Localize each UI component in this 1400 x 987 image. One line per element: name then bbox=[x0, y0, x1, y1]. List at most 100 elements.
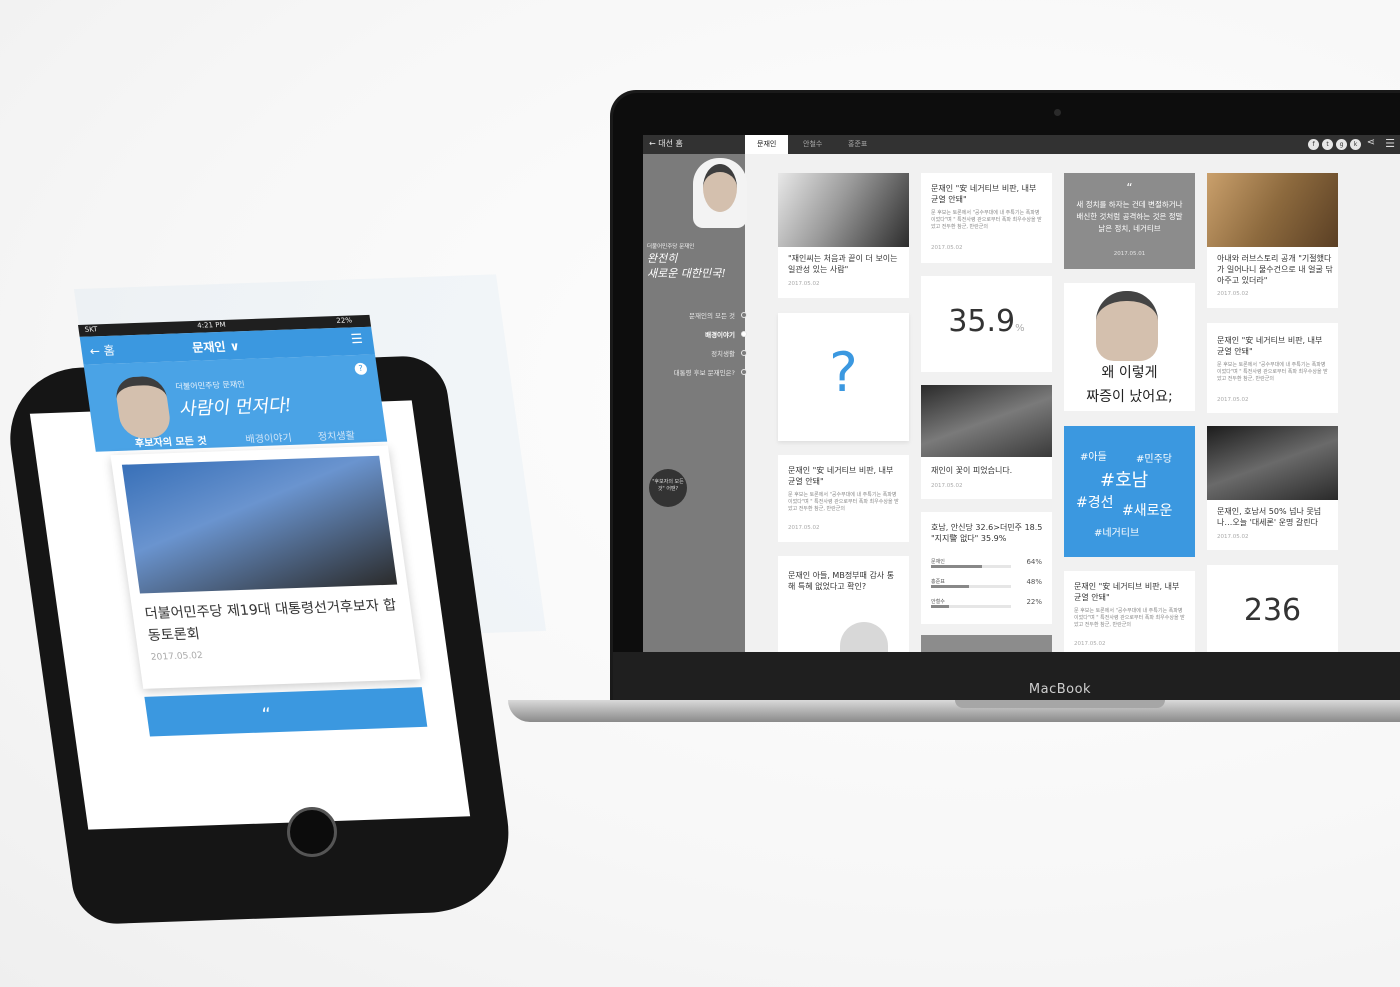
chevron-down-icon: ∨ bbox=[228, 339, 241, 354]
caricature-mini bbox=[840, 622, 888, 652]
laptop-brand: MacBook bbox=[1028, 682, 1092, 697]
tab-ahn[interactable]: 안철수 bbox=[791, 135, 834, 154]
card-photo bbox=[1207, 173, 1338, 247]
card-news-1[interactable]: 문재인 "安 네거티브 비판, 내부 균열 안돼" 문 후보는 토론에서 "공수… bbox=[778, 455, 909, 542]
card-photo bbox=[921, 385, 1052, 457]
sidebar-bubble[interactable]: "후보자의 모든것" 어땐? bbox=[649, 469, 687, 507]
card-quote[interactable]: “ 새 정치를 하자는 건데 변절하거나 배신한 것처럼 공격하는 것은 정말 … bbox=[1064, 173, 1195, 269]
facebook-icon[interactable]: f bbox=[1308, 139, 1319, 150]
card-title: 문재인 "安 네거티브 비판, 내부 균열 안돼" bbox=[1217, 336, 1323, 356]
card-date: 2017.05.02 bbox=[788, 281, 820, 287]
card-title: "재인씨는 처음과 끝이 더 보이는 일관성 있는 사람" bbox=[788, 254, 898, 274]
card-date: 2017.05.02 bbox=[1217, 534, 1249, 540]
card-date: 2017.05.02 bbox=[788, 525, 820, 531]
stat-number: 35.9% bbox=[921, 304, 1052, 339]
poll-label: 안철수 bbox=[931, 599, 945, 605]
poll-row: 홍준표 48% bbox=[931, 578, 1042, 590]
card-title: 재인이 꽃이 피었습니다. bbox=[931, 466, 1013, 475]
hashtag[interactable]: #경선 bbox=[1076, 492, 1114, 512]
hashtag[interactable]: #민주당 bbox=[1136, 450, 1172, 465]
poll-track bbox=[931, 605, 1011, 608]
card-title: 문재인 "安 네거티브 비판, 내부 균열 안돼" bbox=[1074, 582, 1180, 602]
card-body: 문 후보는 토론에서 "공수부대에 내 주특기는 폭파병이었다"며 " 특전사령… bbox=[1217, 362, 1328, 382]
help-icon[interactable]: ? bbox=[353, 362, 368, 376]
share-icon[interactable]: ⋖ bbox=[1367, 137, 1375, 148]
poll-track bbox=[931, 585, 1011, 588]
count-number: 236 bbox=[1243, 593, 1302, 628]
hero-slogan: 사람이 먼저다! bbox=[177, 395, 294, 420]
card-question[interactable]: ? bbox=[778, 313, 909, 441]
carrier: SKT bbox=[84, 325, 99, 334]
menu-icon[interactable]: ☰ bbox=[350, 332, 364, 347]
sidebar-slogan: 완전히 새로운 대한민국! bbox=[647, 251, 739, 281]
tab-politics[interactable]: 정치생활 bbox=[317, 427, 356, 443]
card-poll[interactable]: 호남, 안신당 32.6>더민주 18.5 "지지警 없다" 35.9% 문재인… bbox=[921, 512, 1052, 624]
poll-bar bbox=[931, 565, 983, 568]
card-news-2[interactable]: 문재인 "安 네거티브 비판, 내부 균열 안돼" 문 후보는 토론에서 "공수… bbox=[921, 173, 1052, 263]
poll-bar bbox=[931, 585, 970, 588]
back-home-link[interactable]: ← 대선 홈 bbox=[649, 138, 683, 149]
poll-row: 문재인 64% bbox=[931, 558, 1042, 570]
hashtag[interactable]: #새로운 bbox=[1122, 500, 1172, 520]
card-body: 문 후보는 토론에서 "공수부대에 내 주특기는 폭파병이었다"며 " 특전사령… bbox=[1074, 608, 1185, 628]
card-flower[interactable]: 재인이 꽃이 피었습니다. 2017.05.02 bbox=[921, 385, 1052, 499]
tab-all[interactable]: 후보자의 모든 것 bbox=[134, 432, 207, 449]
googleplus-icon[interactable]: g bbox=[1336, 139, 1347, 150]
card-news-4[interactable]: 문재인 "安 네거티브 비판, 내부 균열 안돼" 문 후보는 토론에서 "공수… bbox=[1207, 323, 1338, 413]
home-button[interactable] bbox=[287, 807, 337, 857]
card-title: 아내와 러브스토리 공개 "기절했다가 일어나니 물수건으로 내 얼굴 닦아주고… bbox=[1217, 254, 1333, 285]
card-quote-partial[interactable] bbox=[921, 635, 1052, 652]
card-title: 문재인 아들, MB정부때 감사 통해 특혜 없었다고 확인? bbox=[788, 571, 895, 591]
poll-percent: 64% bbox=[1026, 558, 1042, 566]
card-stat[interactable]: 35.9% bbox=[921, 276, 1052, 372]
stat-unit: % bbox=[1015, 323, 1025, 334]
laptop-notch bbox=[955, 700, 1165, 708]
question-mark: ? bbox=[829, 341, 858, 404]
tab-moon[interactable]: 문재인 bbox=[745, 135, 789, 154]
card-date: 2017.05.02 bbox=[931, 245, 963, 251]
sidebar-item-background[interactable]: 배경이야기 bbox=[674, 329, 748, 348]
header-title[interactable]: 문재인 ∨ bbox=[191, 337, 241, 355]
card-news-3[interactable]: 문재인 "安 네거티브 비판, 내부 균열 안돼" 문 후보는 토론에서 "공수… bbox=[1064, 571, 1195, 652]
laptop-base bbox=[508, 700, 1400, 722]
stat-value: 35.9 bbox=[948, 304, 1016, 339]
slogan-line-1: 완전히 bbox=[647, 252, 678, 265]
card-love-story[interactable]: 아내와 러브스토리 공개 "기절했다가 일어나니 물수건으로 내 얼굴 닦아주고… bbox=[1207, 173, 1338, 308]
hamburger-menu-icon[interactable]: ☰ bbox=[1385, 137, 1395, 150]
card-date: 2017.05.02 bbox=[931, 483, 963, 489]
sidebar-item-all[interactable]: 문재인의 모든 것 bbox=[674, 310, 748, 329]
sidebar: 더불어민주당 문재인 완전히 새로운 대한민국! 문재인의 모든 것 배경이야기… bbox=[643, 154, 748, 652]
hashtag[interactable]: #네거티브 bbox=[1094, 524, 1139, 539]
twitter-icon[interactable]: t bbox=[1322, 139, 1333, 150]
back-label: 대선 홈 bbox=[658, 139, 683, 148]
hashtag[interactable]: #호남 bbox=[1100, 466, 1148, 492]
sidebar-party: 더불어민주당 문재인 bbox=[647, 244, 695, 250]
feed-date: 2017.05.02 bbox=[150, 651, 204, 663]
back-label: 홈 bbox=[102, 343, 116, 358]
card-honam[interactable]: 문재인, 호남서 50% 넘나 못넘나…오늘 '대세론' 운명 갈린다 2017… bbox=[1207, 426, 1338, 550]
sidebar-item-candidate[interactable]: 대통령 후보 문재인은? bbox=[674, 367, 748, 386]
kakao-icon[interactable]: k bbox=[1350, 139, 1361, 150]
card-body: 문 후보는 토론에서 "공수부대에 내 주특기는 폭파병이었다"며 " 특전사령… bbox=[931, 210, 1042, 230]
card-son[interactable]: 문재인 아들, MB정부때 감사 통해 특혜 없었다고 확인? bbox=[778, 556, 909, 652]
card-hashtags[interactable]: #아들 #민주당 #호남 #경선 #새로운 #네거티브 bbox=[1064, 426, 1195, 557]
card-count[interactable]: 236 bbox=[1207, 565, 1338, 652]
card-angry[interactable]: 왜 이렇게 짜증이 났어요; bbox=[1064, 283, 1195, 411]
blue-card[interactable] bbox=[144, 687, 428, 737]
tab-background[interactable]: 배경이야기 bbox=[244, 429, 293, 446]
caption-line-2: 짜증이 났어요; bbox=[1086, 389, 1173, 405]
card-quote-photo[interactable]: "재인씨는 처음과 끝이 더 보이는 일관성 있는 사람" 2017.05.02 bbox=[778, 173, 909, 298]
poll-label: 문재인 bbox=[931, 559, 945, 565]
tab-hong[interactable]: 홍준표 bbox=[836, 135, 879, 154]
quote-icon: “ bbox=[1126, 181, 1133, 195]
card-date: 2017.05.02 bbox=[1217, 397, 1249, 403]
quote-date: 2017.05.01 bbox=[1113, 251, 1146, 257]
social-links: f t g k bbox=[1308, 139, 1361, 150]
back-button[interactable]: ← 홈 bbox=[89, 342, 116, 360]
poll-percent: 48% bbox=[1026, 578, 1042, 586]
hashtag[interactable]: #아들 bbox=[1080, 448, 1107, 463]
sidebar-item-politics[interactable]: 정치생활 bbox=[674, 348, 748, 367]
camera-icon bbox=[1054, 109, 1061, 116]
top-bar: ← 대선 홈 문재인 안철수 홍준표 f t g k ⋖ ☰ bbox=[643, 135, 1400, 154]
feed-card[interactable]: 더불어민주당 제19대 대통령선거후보자 합동토론회 2017.05.02 bbox=[110, 445, 421, 689]
